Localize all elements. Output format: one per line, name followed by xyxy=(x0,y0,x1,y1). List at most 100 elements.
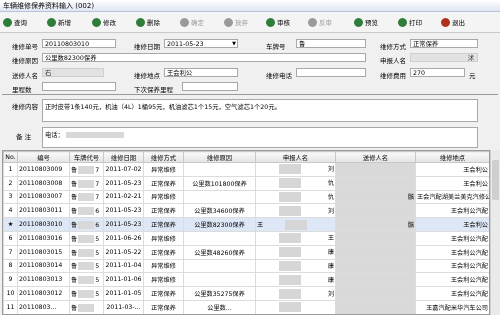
cell-date[interactable]: 2011-01-05 xyxy=(103,286,144,301)
cell-plate[interactable]: 鲁7 xyxy=(69,189,104,205)
toolbar-unaudit-button[interactable]: 反审 xyxy=(308,15,332,29)
cell-code[interactable]: 20110803009 xyxy=(17,162,70,177)
table-row[interactable]: 11 20110803... 鲁 2011-03-... 正常保养 公里数... 王嘉汽配米… xyxy=(3,299,489,314)
cell-applicant[interactable]: 王 xyxy=(255,230,336,246)
cell-place[interactable]: 王会利公汽配 xyxy=(415,258,489,274)
cell-sender[interactable] xyxy=(335,162,416,177)
column-header[interactable]: 维修日期 xyxy=(103,151,144,163)
row-number[interactable]: 11 xyxy=(3,299,18,314)
cell-plate[interactable]: 鲁6 xyxy=(69,217,104,232)
cell-code[interactable]: 20110803012 xyxy=(17,286,70,301)
cell-date[interactable]: 2011-01-04 xyxy=(103,258,144,274)
sender-field[interactable]: 石 xyxy=(42,68,104,77)
table-row[interactable]: 10 20110803012 鲁 5 2011-01-05 正常保养 公里数35275保养刘… xyxy=(3,286,489,301)
plate-field[interactable]: 鲁 xyxy=(296,39,366,48)
table-row[interactable]: 6 20110803016 鲁 5 2011-06-26 异常维修王王会利公汽配 xyxy=(3,230,489,246)
toolbar-delete-button[interactable]: 删除 xyxy=(136,15,160,29)
column-header[interactable]: 维修方式 xyxy=(143,151,184,163)
cell-plate[interactable]: 鲁5 xyxy=(69,286,104,301)
table-row[interactable]: 2 20110803008 鲁 7 2011-05-23 正常保养 公里数101800保养仇… xyxy=(3,175,489,191)
cost-field[interactable]: 270 xyxy=(410,68,465,77)
row-number[interactable]: 6 xyxy=(3,230,18,246)
cell-applicant[interactable]: 王 xyxy=(255,217,336,232)
cell-place[interactable]: 王会利公 xyxy=(415,175,489,191)
cell-mode[interactable]: 异常维修 xyxy=(143,272,184,288)
row-number[interactable]: ★ xyxy=(3,217,18,232)
toolbar-cancel-button[interactable]: 放弃 xyxy=(224,15,248,29)
cell-code[interactable]: 20110803010 xyxy=(17,217,70,232)
cell-reason[interactable] xyxy=(183,230,256,246)
cell-mode[interactable]: 异常维修 xyxy=(143,189,184,205)
cell-code[interactable]: 20110803011 xyxy=(17,203,70,219)
row-number[interactable]: 1 xyxy=(3,162,18,177)
cell-applicant[interactable]: 刘 xyxy=(255,203,336,219)
cell-applicant[interactable]: 仇 xyxy=(255,189,336,205)
column-header[interactable]: 申报人名 xyxy=(255,151,336,163)
cell-sender[interactable]: 骸 xyxy=(335,189,416,205)
toolbar-preview-button[interactable]: 预览 xyxy=(354,15,378,29)
grid-scrollbar[interactable] xyxy=(490,150,500,315)
cell-mode[interactable]: 异常维修 xyxy=(143,258,184,274)
cell-sender[interactable] xyxy=(335,175,416,191)
toolbar-confirm-button[interactable]: 确定 xyxy=(180,15,204,29)
cell-sender[interactable] xyxy=(335,244,416,260)
repair-no-field[interactable]: 20110803010 xyxy=(42,39,116,48)
applicant-field[interactable]: 沭 xyxy=(410,53,478,62)
cell-mode[interactable]: 正常保养 xyxy=(143,175,184,191)
cell-applicant[interactable]: 刘 xyxy=(255,286,336,301)
cell-mode[interactable]: 正常保养 xyxy=(143,217,184,232)
cell-date[interactable]: 2011-07-02 xyxy=(103,162,144,177)
cell-reason[interactable]: 公里数34600保养 xyxy=(183,203,256,219)
cell-mode[interactable]: 异常维修 xyxy=(143,230,184,246)
cell-plate[interactable]: 鲁5 xyxy=(69,258,104,274)
scrollbar-thumb[interactable] xyxy=(492,160,499,200)
cell-place[interactable]: 王会利公汽配 xyxy=(415,230,489,246)
cell-reason[interactable] xyxy=(183,272,256,288)
cell-place[interactable]: 王会利公 xyxy=(415,162,489,177)
cell-place[interactable]: 王会利公汽配 xyxy=(415,286,489,301)
cell-place[interactable]: 王会利公汽配 xyxy=(415,203,489,219)
cell-date[interactable]: 2011-06-26 xyxy=(103,230,144,246)
cell-applicant[interactable]: 康 xyxy=(255,272,336,288)
cell-code[interactable]: 20110803008 xyxy=(17,175,70,191)
cell-place[interactable]: 王嘉汽配米华汽车公司 xyxy=(415,299,489,314)
cell-reason[interactable] xyxy=(183,258,256,274)
cell-reason[interactable]: 公里数35275保养 xyxy=(183,286,256,301)
cell-sender[interactable] xyxy=(335,272,416,288)
table-row[interactable]: 8 20110803014 鲁 5 2011-01-04 异常维修康王会利公汽配 xyxy=(3,258,489,274)
table-row[interactable]: 9 20110803013 鲁 5 2011-01-06 异常维修康王会利公汽配 xyxy=(3,272,489,288)
cell-sender[interactable] xyxy=(335,203,416,219)
table-row[interactable]: 3 20110803007 鲁 7 2011-02-21 异常维修仇骸王会汽配湖美兰美克汽… xyxy=(3,189,489,205)
table-row[interactable]: 1 20110803009 鲁 7 2011-07-02 异常维修刘王会利公 xyxy=(3,162,489,177)
cell-reason[interactable] xyxy=(183,162,256,177)
table-row[interactable]: 4 20110803011 鲁 6 2011-05-23 正常保养 公里数34600保养刘王… xyxy=(3,203,489,219)
cell-reason[interactable]: 公里数... xyxy=(183,299,256,314)
reason-field[interactable]: 公里数82300保养 xyxy=(42,53,366,62)
row-number[interactable]: 8 xyxy=(3,258,18,274)
cell-plate[interactable]: 鲁5 xyxy=(69,272,104,288)
toolbar-audit-button[interactable]: 审核 xyxy=(266,15,290,29)
cell-reason[interactable] xyxy=(183,189,256,205)
column-header[interactable]: 维修原因 xyxy=(183,151,256,163)
cell-date[interactable]: 2011-05-23 xyxy=(103,175,144,191)
column-header[interactable]: 维修地点 xyxy=(415,151,489,163)
cell-applicant[interactable]: 康 xyxy=(255,244,336,260)
table-row[interactable]: ★ 20110803010 鲁 6 2011-05-23 正常保养 公里数82300保养王骸… xyxy=(3,217,489,232)
cell-code[interactable]: 20110803014 xyxy=(17,258,70,274)
next-mileage-field[interactable] xyxy=(182,82,238,91)
cell-place[interactable]: 王会利公汽配 xyxy=(415,244,489,260)
cell-code[interactable]: 20110803007 xyxy=(17,189,70,205)
row-number[interactable]: 9 xyxy=(3,272,18,288)
column-header[interactable]: No. xyxy=(3,151,18,163)
cell-code[interactable]: 20110803... xyxy=(17,299,70,314)
cell-mode[interactable]: 异常维修 xyxy=(143,162,184,177)
toolbar-exit-button[interactable]: 退出 xyxy=(441,15,465,29)
cell-code[interactable]: 20110803015 xyxy=(17,244,70,260)
row-number[interactable]: 4 xyxy=(3,203,18,219)
cell-plate[interactable]: 鲁7 xyxy=(69,162,104,177)
toolbar-print-button[interactable]: 打印 xyxy=(398,15,422,29)
row-number[interactable]: 3 xyxy=(3,189,18,205)
cell-reason[interactable]: 公里数82300保养 xyxy=(183,217,256,232)
cell-applicant[interactable] xyxy=(255,299,336,314)
cell-plate[interactable]: 鲁5 xyxy=(69,244,104,260)
